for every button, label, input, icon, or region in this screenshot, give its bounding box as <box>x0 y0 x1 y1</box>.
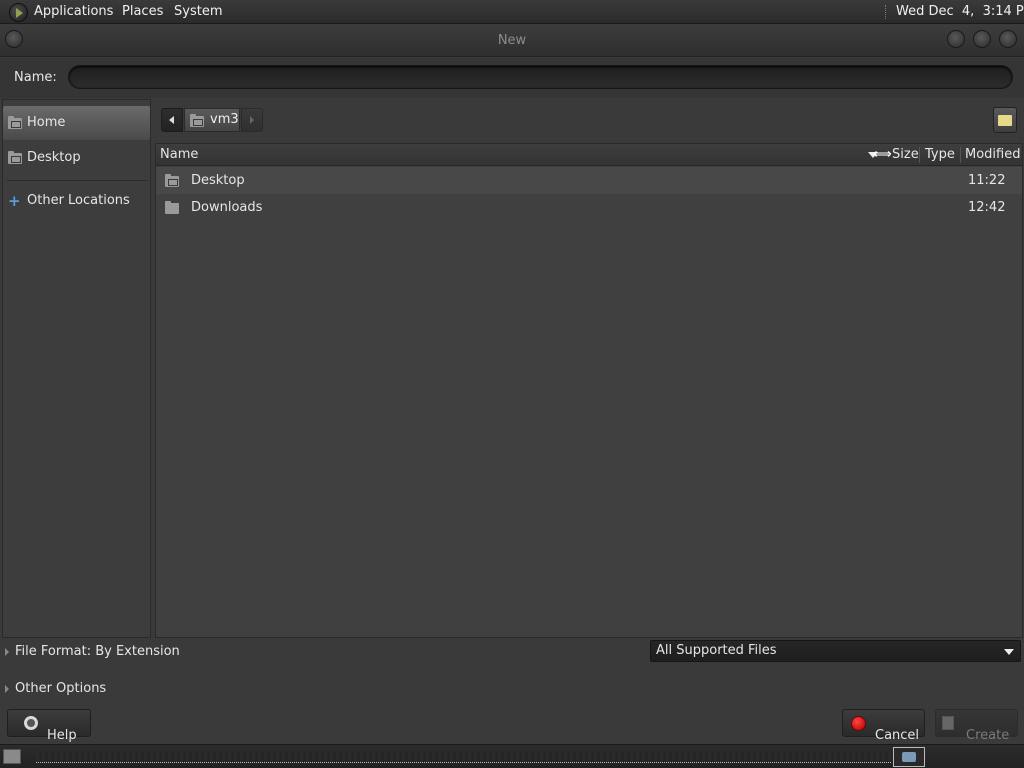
create-button[interactable]: Create <box>935 709 1018 743</box>
clock[interactable]: Wed Dec 4, 3:14 PM <box>896 0 1024 24</box>
panel-separator <box>885 5 887 19</box>
back-arrow-button[interactable] <box>161 108 183 132</box>
file-name: Downloads <box>191 200 263 215</box>
name-label: Name: <box>14 70 57 85</box>
column-header: Name ⟺ Size Type Modified <box>156 144 1022 166</box>
filename-input[interactable] <box>68 65 1013 89</box>
main-menu-logo-icon[interactable] <box>9 3 28 22</box>
plus-icon: + <box>8 192 21 210</box>
breadcrumb-vm3[interactable]: vm3 <box>184 108 240 132</box>
file-filter-dropdown[interactable]: All Supported Files <box>650 640 1021 662</box>
workspace-switcher-icon[interactable] <box>893 747 925 767</box>
places-sidebar: Home Desktop + Other Locations <box>2 99 151 638</box>
other-options-label: Other Options <box>15 681 107 696</box>
desktop-folder-icon <box>165 174 179 187</box>
file-format-label: File Format: By Extension <box>15 644 180 659</box>
file-format-expander[interactable]: File Format: By Extension <box>0 639 400 665</box>
sidebar-item-label: Other Locations <box>27 193 130 208</box>
minimize-button[interactable] <box>947 30 965 48</box>
cancel-icon <box>851 716 866 731</box>
name-row: Name: <box>0 58 1024 98</box>
sidebar-item-desktop[interactable]: Desktop <box>3 141 150 175</box>
file-list: Name ⟺ Size Type Modified Desktop 11:22 … <box>155 143 1023 638</box>
sidebar-separator <box>7 180 147 181</box>
column-header-modified[interactable]: Modified <box>965 147 1020 162</box>
column-separator[interactable] <box>960 147 961 163</box>
breadcrumb-label: vm3 <box>210 112 239 127</box>
forward-arrow-button[interactable] <box>241 108 263 132</box>
close-button[interactable] <box>999 30 1017 48</box>
window-list[interactable] <box>36 751 891 763</box>
expander-arrow-icon <box>5 648 9 656</box>
menu-applications[interactable]: Applications <box>34 0 113 24</box>
help-lifebuoy-icon <box>24 716 38 730</box>
dialog-titlebar[interactable]: New <box>0 25 1024 57</box>
file-row[interactable]: Desktop 11:22 <box>156 167 1022 194</box>
resize-cursor-icon: ⟺ <box>873 147 892 162</box>
file-name: Desktop <box>191 173 245 188</box>
file-row[interactable]: Downloads 12:42 <box>156 194 1022 221</box>
other-options-expander[interactable]: Other Options <box>0 676 200 702</box>
cancel-button[interactable]: Cancel <box>842 709 925 743</box>
column-header-size[interactable]: Size <box>892 147 919 162</box>
create-folder-button[interactable] <box>993 107 1017 133</box>
path-bar: vm3 <box>155 99 1023 143</box>
column-header-type[interactable]: Type <box>925 147 955 162</box>
column-separator[interactable] <box>919 147 920 163</box>
dialog-title: New <box>497 33 527 48</box>
file-modified: 12:42 <box>968 200 1006 215</box>
help-button[interactable]: Help <box>7 709 91 743</box>
column-header-name[interactable]: Name <box>160 147 198 162</box>
menu-places[interactable]: Places <box>122 0 163 24</box>
home-folder-icon <box>190 114 204 127</box>
file-modified: 11:22 <box>968 173 1006 188</box>
sidebar-item-home[interactable]: Home <box>3 106 150 140</box>
bottom-panel <box>0 744 1024 768</box>
document-icon <box>942 716 954 730</box>
maximize-button[interactable] <box>973 30 991 48</box>
desktop-folder-icon <box>8 151 22 164</box>
top-panel: Applications Places System Wed Dec 4, 3:… <box>0 0 1024 24</box>
expander-arrow-icon <box>5 685 9 693</box>
sidebar-item-label: Desktop <box>27 150 81 165</box>
menu-system[interactable]: System <box>174 0 222 24</box>
folder-icon <box>165 201 179 214</box>
show-desktop-icon[interactable] <box>3 749 21 764</box>
sidebar-item-other-locations[interactable]: + Other Locations <box>3 184 150 218</box>
sidebar-item-label: Home <box>27 115 66 130</box>
home-folder-icon <box>8 116 22 129</box>
